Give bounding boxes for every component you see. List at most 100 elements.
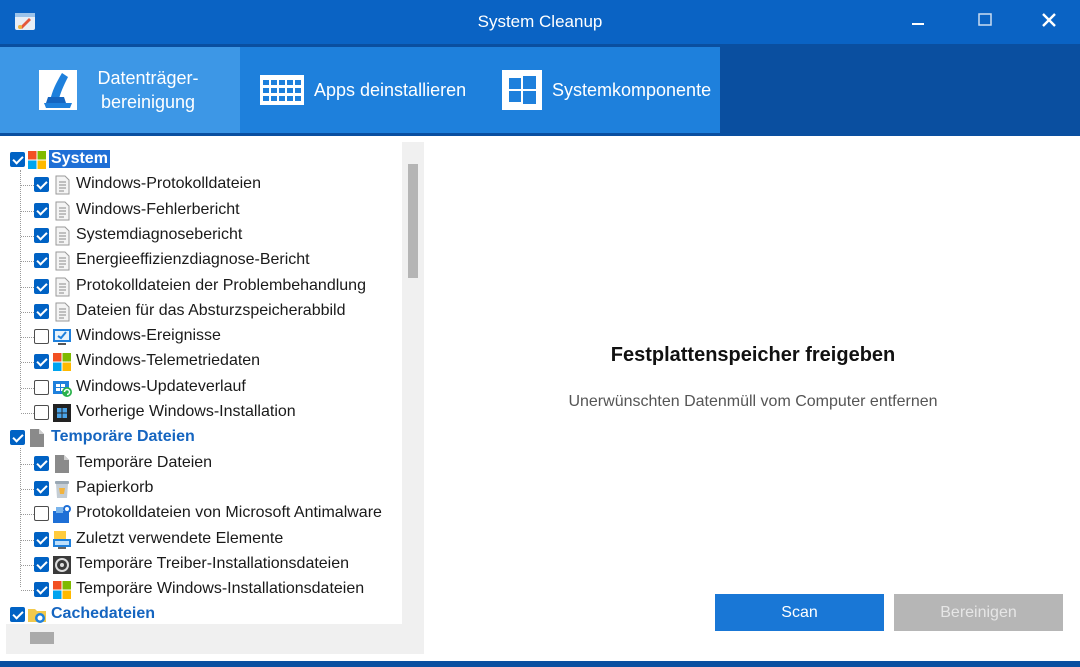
tree-guide-branch	[21, 286, 34, 288]
tree-guide-branch	[21, 210, 34, 212]
item-checkbox[interactable]	[34, 278, 49, 294]
item-checkbox[interactable]	[34, 582, 49, 598]
close-button[interactable]	[1026, 6, 1072, 38]
tree-guide-branch	[21, 514, 34, 516]
minimize-button[interactable]	[895, 6, 941, 38]
title-bar[interactable]: System Cleanup	[0, 0, 1080, 44]
recent-items-icon	[52, 530, 72, 550]
item-checkbox[interactable]	[34, 556, 49, 572]
close-icon	[1041, 12, 1057, 33]
windows-logo-icon	[500, 68, 544, 112]
item-label: Papierkorb	[76, 478, 154, 496]
update-icon	[52, 378, 72, 398]
tree-item-row[interactable]: Windows-Updateverlauf	[6, 376, 402, 401]
tab-disk-cleanup[interactable]: Datenträger- bereinigung	[0, 47, 240, 133]
tree-guide-branch	[21, 362, 34, 364]
item-label: Windows-Updateverlauf	[76, 377, 246, 395]
tree-item-row[interactable]: Windows-Ereignisse	[6, 325, 402, 350]
text-file-icon	[52, 226, 72, 246]
clean-button[interactable]: Bereinigen	[894, 594, 1063, 631]
item-label: Windows-Protokolldateien	[76, 175, 261, 193]
windows-color-icon	[52, 352, 72, 372]
item-label: Temporäre Treiber-Installationsdateien	[76, 554, 350, 572]
horizontal-scrollbar[interactable]	[6, 624, 424, 654]
window-bottom-border	[0, 661, 1080, 667]
tab-uninstall-apps-label: Apps deinstallieren	[314, 80, 467, 100]
tree-item-row[interactable]: Protokolldateien der Problembehandlung	[6, 275, 402, 300]
tree-item-row[interactable]: Zuletzt verwendete Elemente	[6, 528, 402, 553]
tree-category-row[interactable]: Temporäre Dateien	[6, 426, 402, 451]
item-checkbox[interactable]	[34, 480, 49, 496]
item-checkbox[interactable]	[34, 329, 49, 345]
gray-file-icon	[52, 454, 72, 474]
item-label: Energieeffizienzdiagnose-Bericht	[76, 251, 310, 269]
main-heading: Festplattenspeicher freigeben	[610, 344, 896, 366]
monitor-check-icon	[52, 327, 72, 347]
category-checkbox[interactable]	[10, 430, 25, 446]
item-label: Dateien für das Absturzspeicherabbild	[76, 301, 346, 319]
item-label: Protokolldateien von Microsoft Antimalwa…	[76, 504, 382, 522]
item-checkbox[interactable]	[34, 531, 49, 547]
tree-guide-branch	[21, 311, 34, 313]
tree-item-row[interactable]: Windows-Protokolldateien	[6, 173, 402, 198]
vertical-scrollbar[interactable]	[402, 142, 424, 624]
tree-item-row[interactable]: Temporäre Windows-Installationsdateien	[6, 578, 402, 603]
scan-button[interactable]: Scan	[715, 594, 884, 631]
tree-item-row[interactable]: Temporäre Dateien	[6, 452, 402, 477]
item-checkbox[interactable]	[34, 506, 49, 522]
tree-category-row[interactable]: Cachedateien	[6, 603, 402, 624]
tree-guide-branch	[21, 590, 34, 592]
item-checkbox[interactable]	[34, 227, 49, 243]
windows-dark-icon	[52, 403, 72, 423]
tab-system-components[interactable]: Systemkomponente	[476, 47, 720, 133]
category-checkbox[interactable]	[10, 607, 25, 623]
item-checkbox[interactable]	[34, 253, 49, 269]
tree-guide-branch	[21, 539, 34, 541]
windows-color-icon	[52, 580, 72, 600]
tree-guide-branch	[21, 387, 34, 389]
minimize-icon	[911, 13, 925, 32]
tree-guide-branch	[21, 337, 34, 339]
item-checkbox[interactable]	[34, 379, 49, 395]
tree-item-row[interactable]: Protokolldateien von Microsoft Antimalwa…	[6, 502, 402, 527]
tree-guide-branch	[21, 463, 34, 465]
item-label: Systemdiagnosebericht	[76, 225, 243, 243]
tree-item-row[interactable]: Systemdiagnosebericht	[6, 224, 402, 249]
item-checkbox[interactable]	[34, 202, 49, 218]
gray-file-icon	[27, 428, 47, 448]
tree-item-row[interactable]: Vorherige Windows-Installation	[6, 401, 402, 426]
tab-disk-cleanup-label-1: Datenträger-	[97, 68, 199, 88]
horizontal-scroll-thumb[interactable]	[30, 632, 54, 644]
tree-item-row[interactable]: Windows-Telemetriedaten	[6, 350, 402, 375]
broom-disk-icon	[36, 68, 80, 112]
content-area: System Windows-Protokolldateien Windows-Fe…	[0, 136, 1080, 661]
vertical-scroll-thumb[interactable]	[408, 164, 418, 278]
tree-item-row[interactable]: Papierkorb	[6, 477, 402, 502]
tree-category-row[interactable]: System	[6, 148, 402, 173]
item-label: Temporäre Dateien	[76, 453, 213, 471]
category-checkbox[interactable]	[10, 152, 25, 167]
driver-icon	[52, 555, 72, 575]
tree-guide-branch	[21, 235, 34, 237]
item-checkbox[interactable]	[34, 177, 49, 193]
tree-guide-branch	[21, 413, 34, 414]
item-label: Temporäre Windows-Installationsdateien	[76, 580, 365, 598]
tab-disk-cleanup-label-2: bereinigung	[100, 92, 196, 112]
item-checkbox[interactable]	[34, 303, 49, 319]
tree-guide-branch	[21, 488, 34, 490]
main-subheading: Unerwünschten Datenmüll vom Computer ent…	[568, 393, 938, 410]
tree-guide-branch	[21, 564, 34, 566]
tree-item-row[interactable]: Dateien für das Absturzspeicherabbild	[6, 300, 402, 325]
item-checkbox[interactable]	[34, 405, 49, 420]
tree-item-row[interactable]: Energieeffizienzdiagnose-Bericht	[6, 249, 402, 274]
item-label: Windows-Telemetriedaten	[76, 352, 261, 370]
item-checkbox[interactable]	[34, 455, 49, 471]
item-label: Windows-Fehlerbericht	[76, 200, 240, 218]
tree-item-row[interactable]: Windows-Fehlerbericht	[6, 199, 402, 224]
tree-item-row[interactable]: Temporäre Treiber-Installationsdateien	[6, 553, 402, 578]
item-checkbox[interactable]	[34, 354, 49, 370]
cleanup-tree[interactable]: System Windows-Protokolldateien Windows-Fe…	[6, 142, 402, 624]
text-file-icon	[52, 201, 72, 221]
maximize-button[interactable]	[962, 6, 1008, 38]
tab-uninstall-apps[interactable]: Apps deinstallieren	[240, 47, 476, 133]
